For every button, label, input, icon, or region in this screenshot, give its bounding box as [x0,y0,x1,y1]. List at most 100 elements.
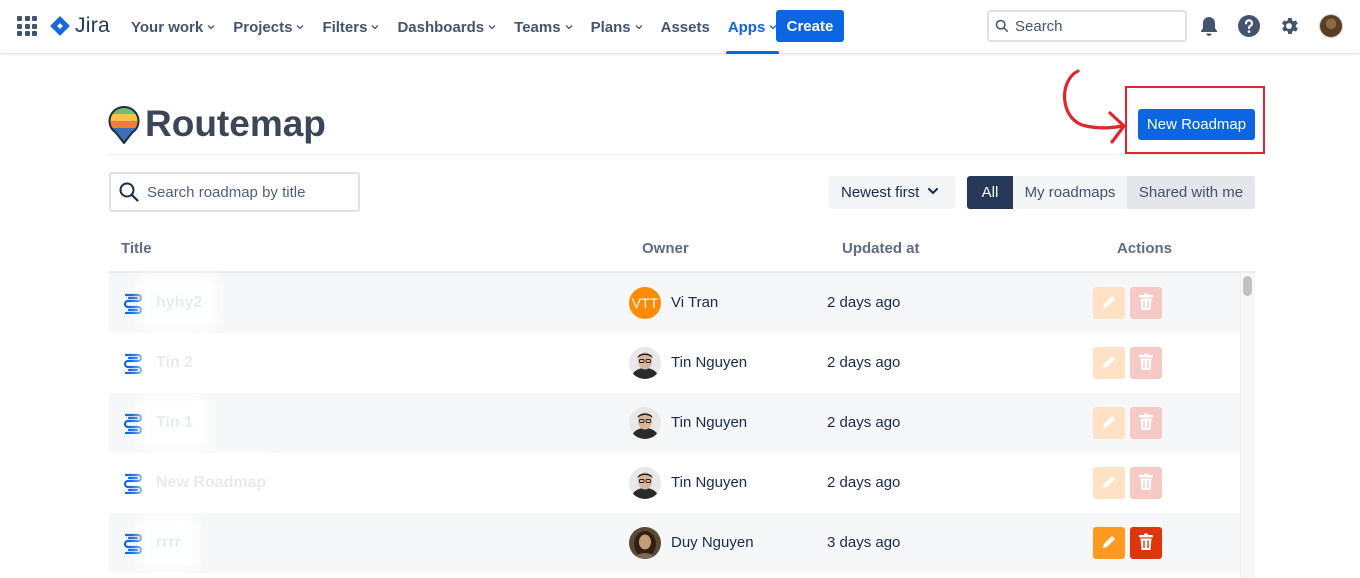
table-scrollbar[interactable] [1240,273,1255,578]
annotation-arrow-icon [1063,69,1126,144]
column-header-actions: Actions [1117,240,1173,257]
logo-text: Jira [75,14,111,37]
delete-button[interactable] [1130,287,1162,319]
table-scrollbar-thumb[interactable] [1243,276,1252,296]
column-header-owner: Owner [642,240,689,257]
nav-item-your-work[interactable]: Your work [122,0,224,54]
global-search-input[interactable] [1015,17,1175,35]
global-search[interactable] [987,10,1187,42]
roadmap-icon [122,352,144,375]
updated-at: 2 days ago [827,294,901,311]
filter-shared-with-me-button[interactable]: Shared with me [1127,176,1255,209]
edit-button[interactable] [1093,527,1125,559]
roadmap-icon [122,292,144,315]
sort-select-value: Newest first [841,184,920,201]
table-row[interactable]: rrrr Duy Nguyen 3 days ago [109,513,1240,573]
roadmap-title-link[interactable]: Tin 2 [146,342,204,384]
nav-item-label: Your work [131,18,204,36]
help-icon[interactable] [1237,14,1261,38]
edit-button[interactable] [1093,347,1125,379]
filter-my-roadmaps-button[interactable]: My roadmaps [1013,176,1127,209]
updated-at: 2 days ago [827,354,901,371]
table-row[interactable]: Tin 1 Tin Nguyen 2 days ago [109,393,1240,453]
jira-logo[interactable]: Jira [49,14,110,38]
table-row[interactable]: New Roadmap Tin Nguyen 2 days ago [109,453,1240,513]
search-icon [119,182,139,202]
title-divider [108,154,1254,155]
app-switcher-icon[interactable] [17,16,37,36]
nav-item-assets[interactable]: Assets [652,0,719,54]
edit-button[interactable] [1093,467,1125,499]
trash-icon [1138,353,1154,374]
updated-at: 2 days ago [827,474,901,491]
edit-button[interactable] [1093,287,1125,319]
owner-avatar: VTT [629,287,661,319]
roadmap-title-link[interactable]: New Roadmap [146,462,277,504]
updated-at: 2 days ago [827,414,901,431]
owner-name: Tin Nguyen [671,414,748,431]
roadmap-title-link[interactable]: hyhy2 [146,282,213,324]
roadmap-icon [122,472,144,495]
roadmap-icon [122,532,144,555]
jira-logo-icon [50,16,70,36]
profile-avatar[interactable] [1319,14,1343,38]
chevron-down-icon [371,25,379,30]
create-button[interactable]: Create [776,10,844,42]
pencil-icon [1101,474,1117,493]
nav-item-teams[interactable]: Teams [505,0,581,54]
owner-name: Tin Nguyen [671,354,748,371]
top-navigation: Jira Your work Projects Filters Dashboards T… [0,0,1360,54]
chevron-down-icon [296,25,304,30]
new-roadmap-button[interactable]: New Roadmap [1138,109,1255,140]
chevron-down-icon [928,188,938,195]
delete-button[interactable] [1130,527,1162,559]
pencil-icon [1101,294,1117,313]
roadmap-title-link[interactable]: Tin 1 [146,402,204,444]
column-header-title: Title [121,240,152,257]
column-header-updated: Updated at [842,240,920,257]
roadmap-title-link[interactable]: rrrr [146,522,191,564]
nav-item-label: Teams [514,18,561,36]
chevron-down-icon [565,25,573,30]
filter-all-button[interactable]: All [967,176,1013,209]
nav-item-filters[interactable]: Filters [313,0,388,54]
trash-icon [1138,533,1154,554]
owner-name: Tin Nguyen [671,474,748,491]
page-title: Routemap [145,103,326,144]
trash-icon [1138,473,1154,494]
owner-avatar [629,467,661,499]
nav-item-label: Filters [322,18,368,36]
nav-item-label: Projects [233,18,293,36]
nav-item-label: Assets [660,18,710,36]
owner-avatar [629,527,661,559]
chevron-down-icon [635,25,643,30]
pencil-icon [1101,414,1117,433]
nav-item-label: Apps [727,18,766,36]
table-row[interactable]: Tin 2 Tin Nguyen 2 days ago [109,333,1240,393]
nav-menu: Your work Projects Filters Dashboards Teams P… [122,0,786,54]
roadmap-search[interactable] [109,172,360,212]
roadmap-search-input[interactable] [147,183,347,201]
notifications-icon[interactable] [1197,14,1221,38]
chevron-down-icon [207,25,215,30]
table-row[interactable]: hyhy2 VTT Vi Tran 2 days ago [109,273,1240,333]
roadmap-icon [122,412,144,435]
edit-button[interactable] [1093,407,1125,439]
pencil-icon [1101,354,1117,373]
delete-button[interactable] [1130,347,1162,379]
nav-item-dashboards[interactable]: Dashboards [388,0,505,54]
sort-select[interactable]: Newest first [829,176,955,209]
delete-button[interactable] [1130,467,1162,499]
owner-avatar [629,347,661,379]
nav-item-label: Plans [590,18,631,36]
chevron-down-icon [488,25,496,30]
owner-avatar [629,407,661,439]
settings-icon[interactable] [1277,14,1301,38]
nav-item-projects[interactable]: Projects [224,0,313,54]
search-icon [995,19,1009,33]
pencil-icon [1101,534,1117,553]
owner-name: Duy Nguyen [671,534,754,551]
nav-item-plans[interactable]: Plans [582,0,652,54]
owner-name: Vi Tran [671,294,719,311]
delete-button[interactable] [1130,407,1162,439]
